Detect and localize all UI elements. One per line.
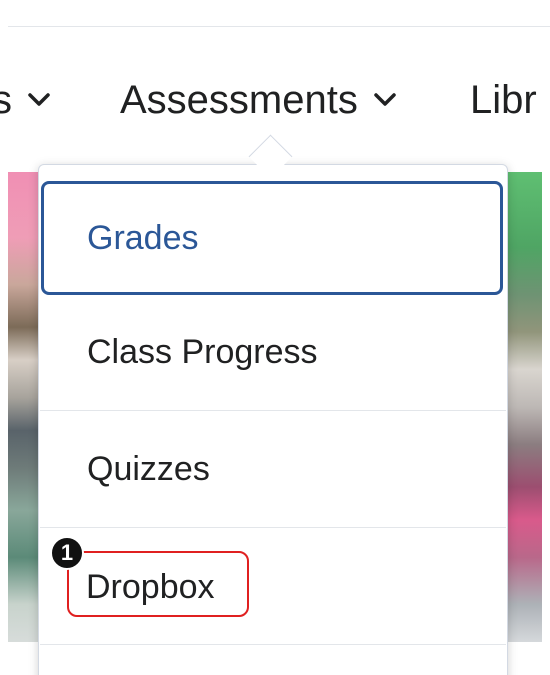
nav-item-assessments[interactable]: Assessments [120, 72, 396, 128]
nav-item-label: Libr [470, 78, 537, 122]
menu-item-label: Grades [87, 218, 199, 257]
course-banner-image-right [506, 172, 542, 642]
menu-item-quizzes[interactable]: Quizzes [40, 412, 506, 528]
top-navigation: s Assessments Libr [0, 72, 550, 128]
chevron-down-icon [28, 93, 50, 106]
screen: s Assessments Libr Grades Class Progress… [0, 0, 550, 675]
menu-item-grades[interactable]: Grades [41, 181, 503, 295]
menu-item-dropbox-label[interactable]: Dropbox [86, 565, 215, 609]
header-divider [8, 26, 550, 27]
menu-item-label: Class Progress [87, 333, 318, 371]
nav-item-library[interactable]: Libr [470, 72, 537, 128]
nav-item-label: s [0, 78, 12, 122]
nav-item-previous[interactable]: s [0, 72, 50, 128]
course-banner-image-left [8, 172, 42, 642]
menu-item-class-progress[interactable]: Class Progress [40, 295, 506, 411]
step-badge: 1 [50, 536, 84, 570]
chevron-down-icon [374, 93, 396, 106]
menu-item-label: Quizzes [87, 450, 210, 488]
nav-item-label: Assessments [120, 78, 358, 122]
